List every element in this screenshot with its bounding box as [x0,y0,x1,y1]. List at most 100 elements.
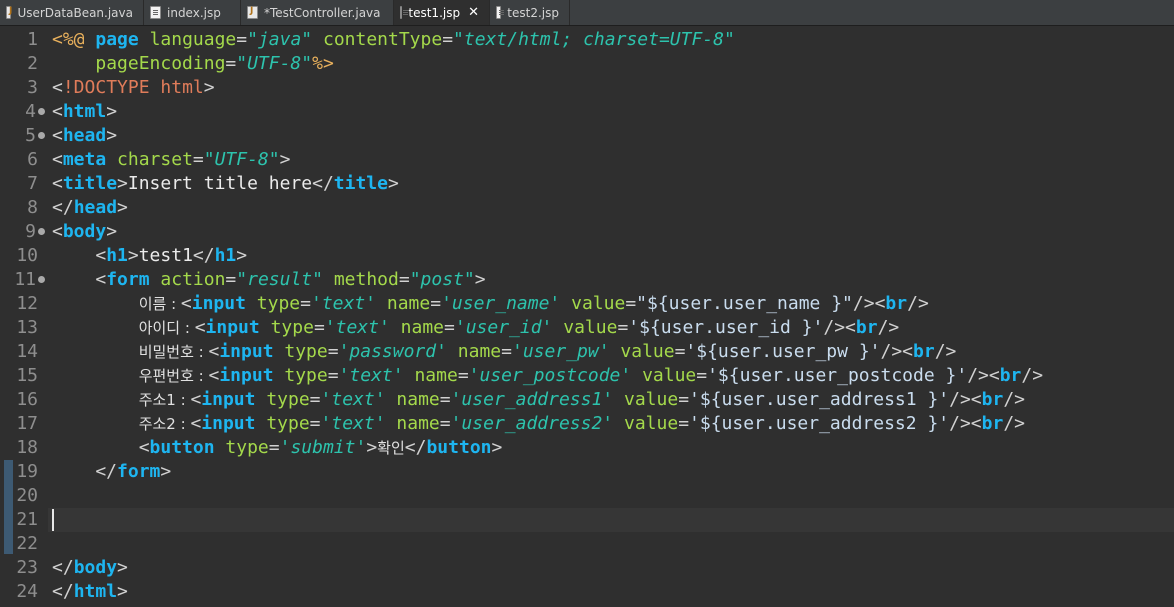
code-token: value [563,317,618,338]
code-area[interactable]: <%@ page language="java" contentType="te… [52,28,1174,607]
code-line[interactable]: <body> [52,220,117,244]
code-line[interactable]: </html> [52,580,128,604]
fold-marker-icon[interactable] [38,276,45,283]
code-token: < [52,221,63,242]
code-line[interactable]: </form> [52,460,171,484]
code-token: type [225,437,269,458]
code-token: name [396,413,440,434]
code-token: 'password' [338,341,447,362]
code-line[interactable]: <meta charset="UTF-8"> [52,148,290,172]
code-token: type [256,293,301,314]
code-token: 'text' [320,389,386,410]
java-file-icon [6,6,13,19]
code-token: = [457,365,469,386]
code-token: = [309,413,321,434]
line-number-gutter: 1 2 3 4 5 6 7 8 9 10 11 12 13 14 15 16 17 18 19 20 21 22 23 24 [0,28,48,607]
code-token: < [52,101,63,122]
fold-marker-icon[interactable] [38,108,45,115]
code-line[interactable]: 주소2 : <input type='text' name='user_addr… [52,412,1025,436]
code-token: "UTF-8" [236,53,313,74]
code-editor[interactable]: 1 2 3 4 5 6 7 8 9 10 11 12 13 14 15 16 17 18 19 20 21 22 23 24 … [0,28,1174,607]
code-line[interactable]: <!DOCTYPE html> [52,76,215,100]
code-line[interactable]: <button type='submit'>확인</button> [52,436,503,460]
code-line[interactable]: <title>Insert title here</title> [52,172,399,196]
code-token: = [225,269,237,290]
jsp-file-icon [150,6,161,19]
tab-testcontroller-java[interactable]: *TestController.java [241,0,394,25]
tab-userdatabean-java[interactable]: UserDataBean.java [0,0,144,25]
fold-marker-icon[interactable] [38,228,45,235]
code-line[interactable]: 주소1 : <input type='text' name='user_addr… [52,388,1025,412]
code-line[interactable]: <h1>test1</h1> [52,244,247,268]
code-token: = [442,29,454,50]
fold-marker-icon[interactable] [38,132,45,139]
line-number: 20 [16,485,38,506]
code-token: /> [1003,389,1026,410]
code-token: 확인 [377,439,405,457]
java-file-icon [247,6,258,19]
code-token: 'user_id' [454,317,553,338]
code-token: type [284,341,328,362]
code-token: charset [117,149,193,170]
line-number: 9 [25,221,36,242]
code-token: </ [52,197,74,218]
line-number: 24 [16,581,38,602]
code-token: value [624,413,679,434]
code-token: !DOCTYPE [62,77,161,98]
code-token: "post" [409,269,475,290]
code-line[interactable]: 아이디 : <input type='text' name='user_id' … [52,316,900,340]
code-token: < [52,269,107,290]
code-token: name [457,341,502,362]
code-token: input [201,389,256,410]
line-number: 10 [16,245,38,266]
code-token: /> [877,317,900,338]
code-token: />< [823,317,856,338]
code-token: < [52,173,63,194]
code-line[interactable]: 우편번호 : <input type='text' name='user_pos… [52,364,1043,388]
code-line[interactable]: <%@ page language="java" contentType="te… [52,28,735,52]
code-token: = [501,341,512,362]
code-token: < [194,317,206,338]
tab-test1-jsp[interactable]: test1.jsp ✕ [394,0,490,25]
code-token: test1 [138,245,193,266]
code-token: />< [967,365,1000,386]
code-token: = [625,293,637,314]
code-line[interactable]: </head> [52,196,128,220]
tab-label: *TestController.java [264,5,381,20]
code-token: form [106,269,150,290]
line-number: 16 [16,389,38,410]
code-token: html [62,101,107,122]
code-token: input [201,413,256,434]
line-number: 3 [27,77,38,98]
code-line[interactable]: pageEncoding="UTF-8"%> [52,52,333,76]
code-token: name [386,293,431,314]
tab-label: test1.jsp [408,5,461,20]
code-token: title [62,173,118,194]
code-token: = [313,317,325,338]
code-token: 'text' [324,317,390,338]
tab-index-jsp[interactable]: index.jsp [144,0,241,25]
code-token: /> [1021,365,1044,386]
code-line[interactable]: </body> [52,556,128,580]
code-line[interactable]: <html> [52,100,117,124]
code-token: 'text' [310,293,377,314]
code-token: > [127,245,139,266]
code-line[interactable]: 이름 : <input type='text' name='user_name'… [52,292,929,316]
code-line[interactable]: 비밀번호 : <input type='password' name='user… [52,340,957,364]
code-line[interactable]: <form action="result" method="post"> [52,268,485,292]
jsp-file-icon [400,6,410,19]
code-line[interactable]: <head> [52,124,117,148]
code-token: type [284,365,328,386]
tab-test2-jsp[interactable]: test2.jsp [490,0,570,25]
close-icon[interactable]: ✕ [468,5,479,20]
